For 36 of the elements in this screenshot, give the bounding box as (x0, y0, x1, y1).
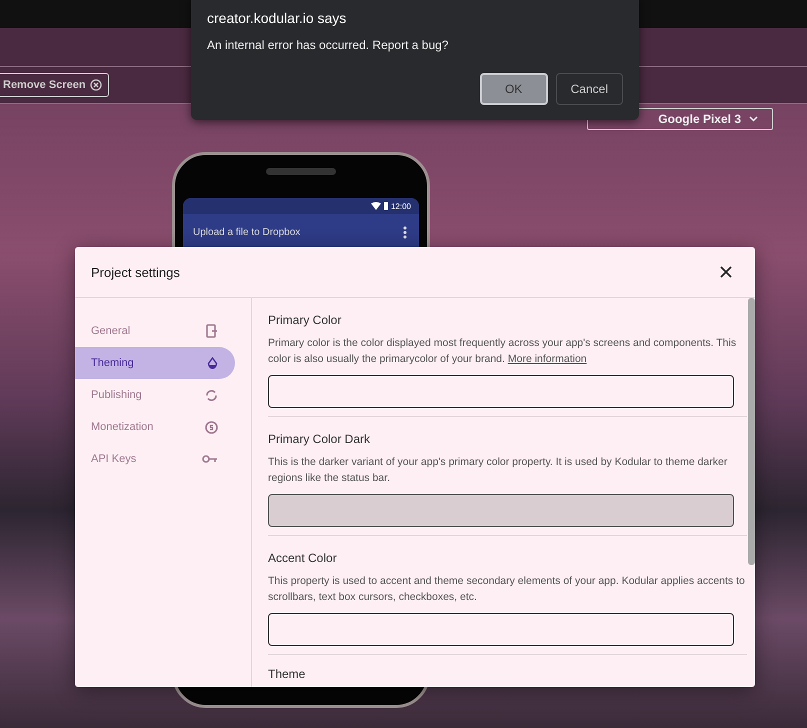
drop-icon (207, 356, 218, 370)
setting-description: This is the darker variant of your app's primary color property. It is used by Kodular to theme darker regions like the status bar. (268, 455, 728, 486)
setting-title: Theme (268, 667, 306, 682)
sidebar-item[interactable]: Monetization (75, 411, 235, 443)
dollar-circle-icon (205, 420, 218, 434)
close-icon[interactable] (720, 266, 732, 278)
app-title: Upload a file to Dropbox (193, 227, 300, 238)
sidebar-item[interactable]: Publishing (75, 379, 235, 411)
setting-description: This property is used to accent and theme secondary elements of your app. Kodular applies accents to scrollbars, text box cursors, checkboxes, etc. (268, 574, 746, 605)
cancel-button[interactable]: Cancel (556, 73, 623, 105)
battery-icon (384, 202, 388, 210)
remove-screen-button[interactable]: Remove Screen (0, 73, 109, 97)
setting-description: Primary color is the color displayed most frequently across your app's screens and components. This color is also usually the primarycolor of your brand. More information (268, 336, 738, 367)
phone-speaker (266, 168, 336, 175)
dialog-title: Project settings (91, 264, 180, 280)
sidebar-item[interactable]: General (75, 315, 235, 347)
alert-message: An internal error has occurred. Report a bug? (207, 38, 450, 52)
setting-title: Primary Color (268, 313, 342, 328)
color-input-field[interactable] (268, 375, 734, 408)
wifi-icon (370, 202, 381, 210)
ok-button[interactable]: OK (480, 73, 548, 105)
color-input-field[interactable] (268, 613, 734, 646)
setting-title: Accent Color (268, 551, 338, 566)
close-circle-icon (90, 79, 102, 91)
sidebar-item[interactable]: Theming (75, 347, 235, 379)
phone-icon (206, 324, 218, 338)
chevron-down-icon (749, 116, 758, 122)
more-information-link[interactable]: More information (508, 353, 587, 365)
scrollbar-thumb[interactable] (748, 298, 755, 565)
setting-title: Primary Color Dark (268, 432, 372, 447)
key-icon (202, 454, 218, 464)
sync-icon (205, 388, 218, 402)
more-vertical-icon[interactable] (403, 226, 407, 239)
alert-title: creator.kodular.io says (207, 10, 348, 26)
sidebar-item[interactable]: API Keys (75, 443, 235, 475)
status-time: 12:00 (390, 202, 411, 210)
